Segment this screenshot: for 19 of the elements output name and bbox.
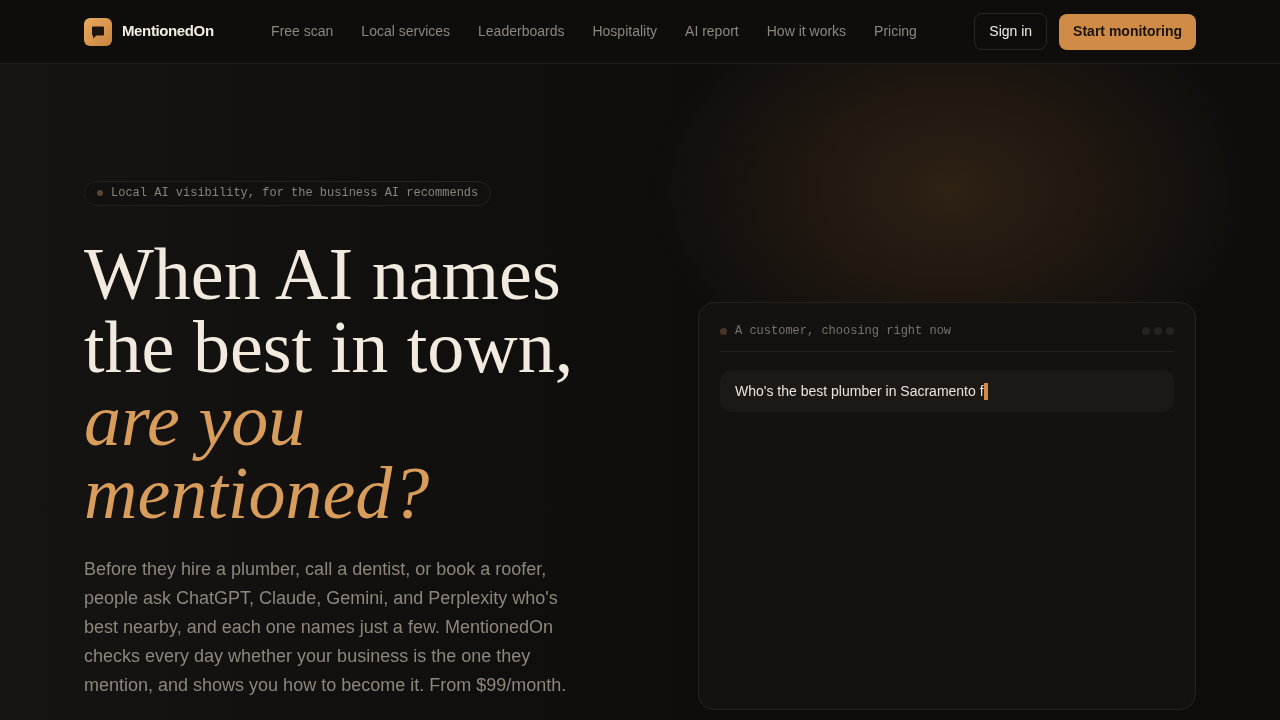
text-cursor-icon bbox=[983, 382, 988, 400]
start-monitoring-button[interactable]: Start monitoring bbox=[1059, 13, 1196, 50]
status-dot-icon bbox=[720, 327, 727, 335]
nav-link[interactable]: How it works bbox=[766, 21, 847, 42]
nav-link[interactable]: Leaderboards bbox=[478, 21, 565, 42]
nav-link[interactable]: Pricing bbox=[874, 21, 917, 42]
nav-link[interactable]: Hospitality bbox=[592, 21, 658, 42]
chat-bubble-icon bbox=[84, 17, 112, 46]
query-field[interactable]: Who's the best plumber in Sacramento f bbox=[720, 370, 1174, 412]
nav-link[interactable]: Free scan bbox=[271, 21, 334, 42]
hero-heading: When AI names the best in town, are you mentioned? bbox=[84, 237, 575, 530]
sign-in-button[interactable]: Sign in bbox=[974, 13, 1048, 50]
brand-name[interactable]: MentionedOn bbox=[122, 20, 214, 43]
nav-link[interactable]: AI report bbox=[685, 21, 739, 42]
eyebrow-text: Local AI visibility, for the business AI recommends bbox=[111, 185, 479, 202]
hero-description: Before they hire a plumber, call a dentist, or book a roofer, people ask ChatGPT, Claude, Gemini, and Perplexity who's best nearby, and each one names just a few. MentionedOn checks every day whether your business is the one they mention, and shows you how to become it. From $99/month. bbox=[84, 557, 568, 697]
dot-icon bbox=[97, 190, 103, 196]
card-caption: A customer, choosing right now bbox=[735, 323, 952, 340]
nav-link[interactable]: Local services bbox=[361, 21, 451, 42]
